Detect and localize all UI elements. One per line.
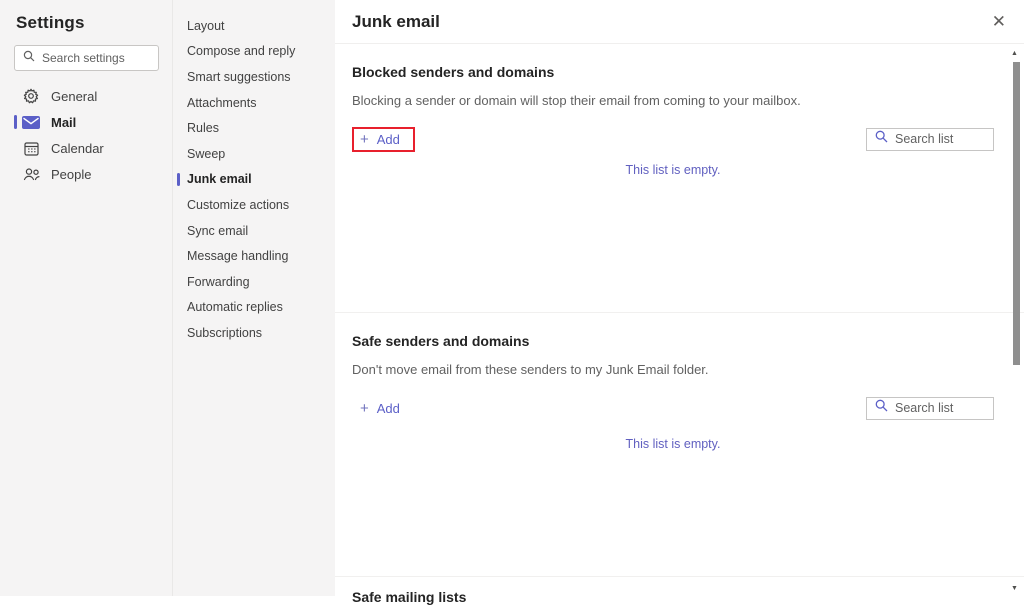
plus-icon: + [360,132,369,147]
mail-settings-nav: Layout Compose and reply Smart suggestio… [172,0,335,596]
sidebar-item-people[interactable]: People [0,161,172,187]
nav-item-sync-email[interactable]: Sync email [173,218,335,244]
safe-list-search-box[interactable] [866,397,994,420]
nav-item-label: Compose and reply [187,44,295,58]
search-icon [23,49,35,67]
blocked-actions-row: + Add [352,125,994,153]
nav-item-label: Junk email [187,172,252,186]
calendar-icon [22,141,40,156]
nav-item-customize-actions[interactable]: Customize actions [173,192,335,218]
partial-section-heading: Safe mailing lists [352,589,1024,605]
nav-item-junk-email[interactable]: Junk email [173,167,335,193]
nav-item-label: Smart suggestions [187,70,291,84]
gear-icon [22,88,40,104]
search-icon [875,399,888,417]
add-blocked-sender-button[interactable]: + Add [352,127,415,152]
nav-item-automatic-replies[interactable]: Automatic replies [173,295,335,321]
search-icon [875,130,888,148]
close-icon[interactable]: ✕ [992,13,1006,30]
scrollbar-thumb[interactable] [1013,62,1020,365]
section-description: Blocking a sender or domain will stop th… [352,93,994,108]
nav-item-sweep[interactable]: Sweep [173,141,335,167]
section-heading: Safe senders and domains [352,333,994,349]
settings-title: Settings [0,0,172,42]
add-safe-sender-button[interactable]: + Add [352,396,415,421]
vertical-scrollbar[interactable]: ▲ ▼ [1007,46,1023,596]
nav-item-label: Customize actions [187,198,289,212]
people-icon [22,167,40,181]
nav-item-label: Rules [187,121,219,135]
add-button-label: Add [377,401,400,416]
selection-indicator [177,173,180,186]
selection-indicator [14,115,17,129]
scroll-down-icon[interactable]: ▼ [1011,585,1018,592]
nav-item-subscriptions[interactable]: Subscriptions [173,320,335,346]
nav-item-label: Forwarding [187,275,250,289]
mail-icon [22,116,40,129]
sidebar-item-calendar[interactable]: Calendar [0,135,172,161]
add-button-label: Add [377,132,400,147]
settings-search-input[interactable] [42,51,150,65]
nav-item-message-handling[interactable]: Message handling [173,243,335,269]
nav-item-label: Subscriptions [187,326,262,340]
blocked-list-search-input[interactable] [895,132,985,146]
plus-icon: + [360,401,369,416]
empty-list-message: This list is empty. [352,437,994,451]
nav-item-layout[interactable]: Layout [173,13,335,39]
junk-email-panel: Junk email ✕ Blocked senders and domains… [335,0,1024,596]
nav-item-label: Sweep [187,147,225,161]
nav-item-label: Message handling [187,249,288,263]
nav-item-smart-suggestions[interactable]: Smart suggestions [173,64,335,90]
nav-item-attachments[interactable]: Attachments [173,90,335,116]
nav-item-compose-and-reply[interactable]: Compose and reply [173,39,335,65]
empty-list-message: This list is empty. [352,163,994,177]
sidebar-item-label: Calendar [51,141,104,156]
sidebar-item-label: General [51,89,97,104]
sidebar-item-label: People [51,167,91,182]
safe-list-search-input[interactable] [895,401,985,415]
nav-item-rules[interactable]: Rules [173,115,335,141]
safe-senders-section: Safe senders and domains Don't move emai… [335,313,1024,577]
blocked-list-search-box[interactable] [866,128,994,151]
sidebar-item-mail[interactable]: Mail [0,109,172,135]
settings-sidebar: Settings General Mail [0,0,172,596]
nav-item-label: Automatic replies [187,300,283,314]
nav-item-label: Sync email [187,224,248,238]
scroll-up-icon[interactable]: ▲ [1011,50,1018,57]
blocked-senders-section: Blocked senders and domains Blocking a s… [335,44,1024,313]
section-description: Don't move email from these senders to m… [352,362,994,377]
section-heading: Blocked senders and domains [352,64,994,80]
safe-actions-row: + Add [352,394,994,422]
nav-item-label: Layout [187,19,225,33]
sidebar-item-general[interactable]: General [0,83,172,109]
settings-search-box[interactable] [14,45,159,71]
nav-item-label: Attachments [187,96,256,110]
sidebar-item-label: Mail [51,115,76,130]
nav-item-forwarding[interactable]: Forwarding [173,269,335,295]
page-title: Junk email [352,12,440,32]
panel-header: Junk email ✕ [335,0,1024,44]
